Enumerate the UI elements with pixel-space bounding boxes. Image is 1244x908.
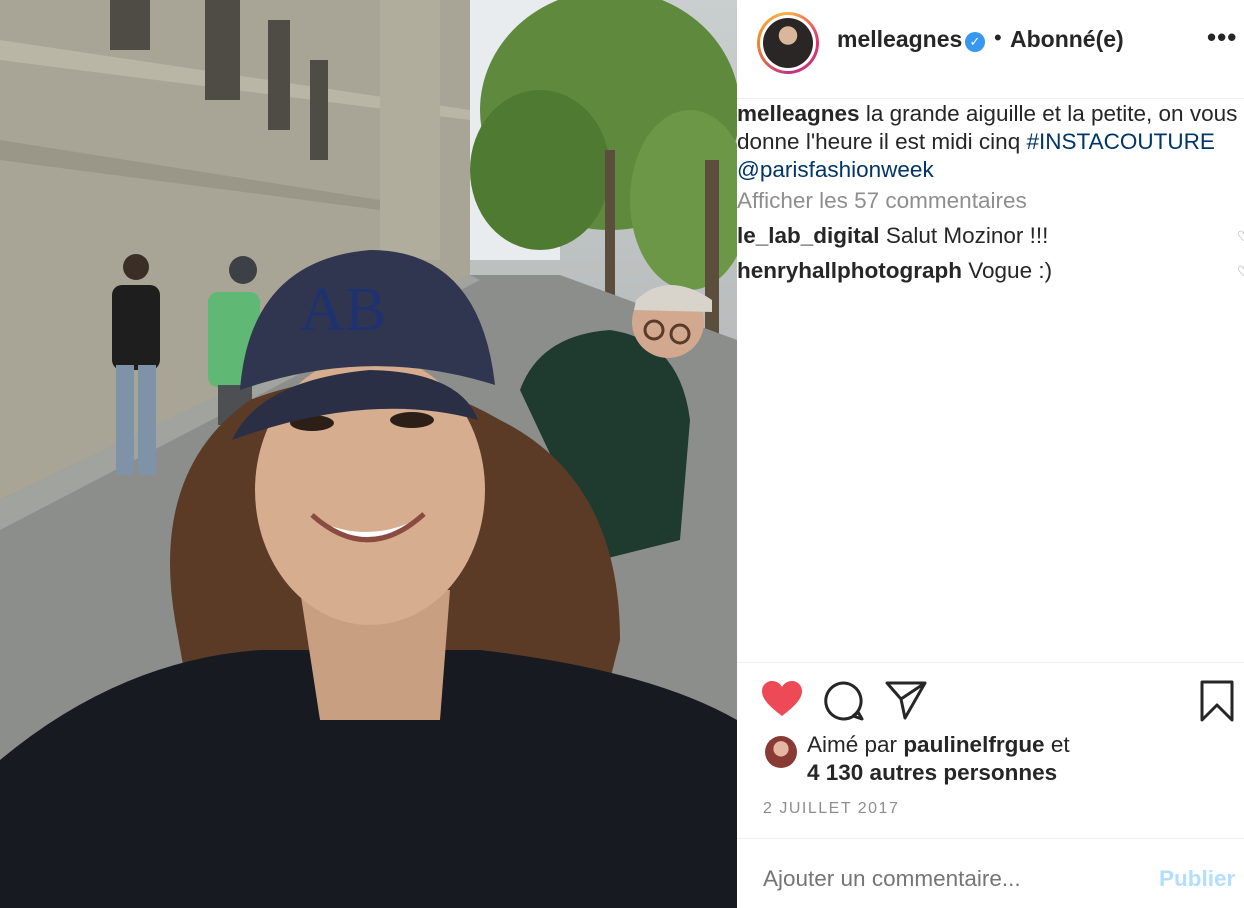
comment-text: Salut Mozinor !!! [885, 223, 1049, 248]
publish-button[interactable]: Publier [1159, 866, 1235, 892]
caption-username[interactable]: melleagnes [737, 101, 860, 126]
post-date[interactable]: 2 JUILLET 2017 [763, 800, 899, 818]
comment-username[interactable]: le_lab_digital [737, 223, 880, 248]
author-username[interactable]: melleagnes [837, 26, 962, 53]
header-divider [737, 98, 1244, 99]
actions-divider [737, 662, 1244, 663]
header-separator: • [994, 25, 1002, 50]
comment-like-icon[interactable]: ♡ [1237, 263, 1244, 280]
add-comment-input[interactable] [763, 866, 1123, 892]
post-side-panel: melleagnes ✓ • Abonné(e) ••• melleagnes … [737, 0, 1244, 908]
view-all-comments-link[interactable]: Afficher les 57 commentaires [737, 188, 1027, 214]
comment-like-icon[interactable]: ♡ [1237, 228, 1244, 245]
verified-badge-icon: ✓ [965, 32, 985, 52]
caption-hashtag[interactable]: #INSTACOUTURE [1026, 129, 1214, 154]
comment-item: henryhallphotograph Vogue :) [737, 258, 1052, 284]
caption-mention[interactable]: @parisfashionweek [737, 157, 934, 182]
post-photo[interactable]: AB [0, 0, 737, 908]
post-header: melleagnes ✓ • Abonné(e) ••• [737, 0, 1244, 84]
liker-username[interactable]: paulinelfrgue [903, 732, 1044, 757]
post-caption: melleagnes la grande aiguille et la peti… [737, 100, 1244, 184]
post-actions-bar [737, 670, 1244, 734]
bookmark-icon[interactable] [1199, 680, 1235, 722]
heart-filled-icon[interactable] [761, 680, 803, 718]
likes-prefix: Aimé par [807, 732, 898, 757]
likes-suffix: et [1050, 732, 1070, 757]
comment-icon[interactable] [823, 680, 865, 722]
photo-illustration: AB [0, 0, 737, 908]
likes-line: Aimé par paulinelfrgue et [807, 732, 1070, 758]
comment-input-divider [737, 838, 1244, 839]
share-icon[interactable] [885, 680, 927, 720]
comment-item: le_lab_digital Salut Mozinor !!! [737, 223, 1048, 249]
cap-logo-text: AB [300, 276, 386, 344]
likes-count-link[interactable]: 4 130 autres personnes [807, 760, 1057, 786]
follow-status-button[interactable]: Abonné(e) [1010, 26, 1124, 53]
comment-text: Vogue :) [968, 258, 1053, 283]
liker-avatar[interactable] [765, 736, 797, 768]
comment-username[interactable]: henryhallphotograph [737, 258, 962, 283]
author-avatar[interactable] [757, 12, 819, 74]
more-options-icon[interactable]: ••• [1207, 22, 1237, 53]
